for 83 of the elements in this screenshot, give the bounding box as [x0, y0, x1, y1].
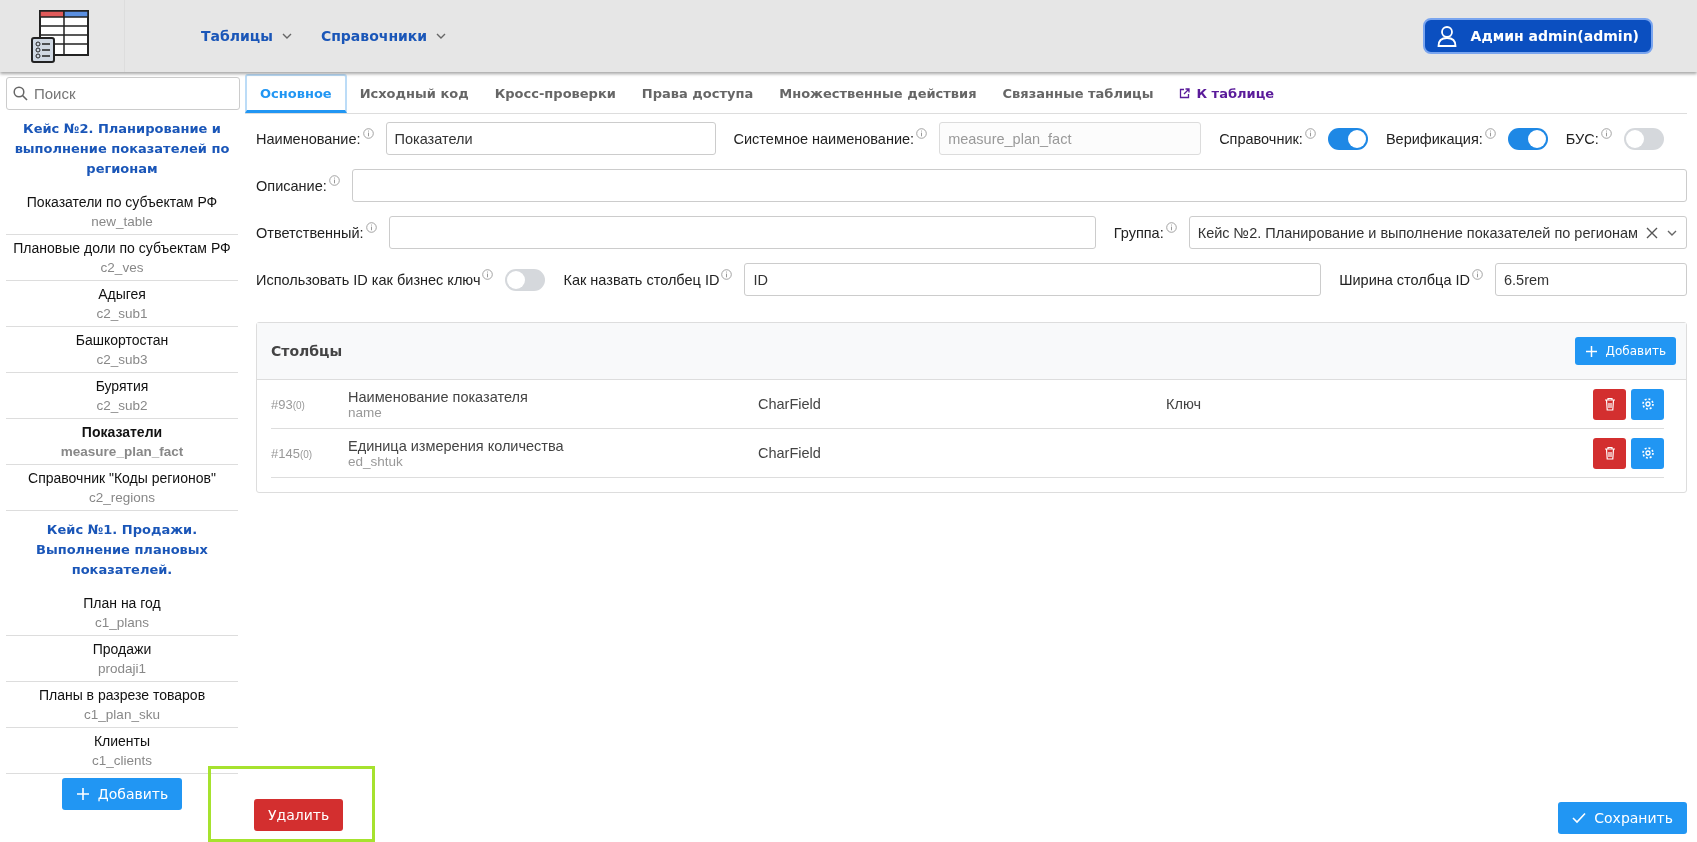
table-list-item[interactable]: Бурятия c2_sub2 [6, 373, 238, 419]
group-heading: Кейс №1. Продажи. Выполнение плановых показателей. [35, 521, 209, 579]
column-title: Наименование показателя [348, 388, 529, 405]
info-icon [362, 127, 374, 139]
info-icon [721, 268, 733, 280]
field-label: Справочник: [1219, 130, 1316, 147]
field-label: БУС: [1565, 130, 1612, 147]
group-select[interactable]: Кейс №2. Планирование и выполнение показателей по регионам [1188, 216, 1687, 249]
table-list-item[interactable]: Показатели measure_plan_fact [6, 419, 238, 465]
info-icon [328, 174, 340, 186]
info-icon [916, 127, 928, 139]
field-label: Ширина столбца ID [1339, 271, 1483, 288]
trash-icon [1603, 397, 1616, 411]
settings-icon [1640, 446, 1655, 460]
column-type: CharField [758, 396, 822, 412]
panel-title: Столбцы [271, 343, 343, 359]
column-type: CharField [758, 445, 822, 461]
field-label: Как назвать столбец ID [563, 271, 733, 288]
table-list-item[interactable]: Продажи prodaji1 [6, 636, 238, 682]
nav-menu[interactable]: Таблицы [201, 28, 293, 44]
check-icon [1572, 812, 1587, 824]
table-list-item[interactable]: Адыгея c2_sub1 [6, 281, 238, 327]
table-list-item[interactable]: Справочник "Коды регионов" c2_regions [6, 465, 238, 511]
close-icon [1646, 226, 1658, 239]
field-label: Наименование: [256, 130, 374, 147]
input-field[interactable]: 6.5rem [1495, 263, 1687, 296]
delete-button[interactable]: Удалить [254, 799, 344, 831]
table-list-item[interactable]: Клиенты c1_clients [6, 728, 238, 774]
field-label: Системное наименование: [733, 130, 928, 147]
external-link-icon [1179, 88, 1191, 99]
user-button[interactable]: Админ admin(admin) [1422, 18, 1653, 54]
input-field[interactable]: Показатели [385, 122, 716, 155]
column-id: #93(0) [271, 396, 306, 412]
search-field[interactable]: Поиск [6, 77, 240, 110]
table-list-item[interactable]: Башкортостан c2_sub3 [6, 327, 238, 373]
info-icon [1600, 127, 1612, 139]
field-label: Ответственный: [256, 224, 377, 241]
delete-button[interactable] [1593, 437, 1626, 469]
tab[interactable]: Множественные действия [766, 74, 990, 113]
info-icon [1304, 127, 1316, 139]
table-list-item[interactable]: Планы в разрезе товаров c1_plan_sku [6, 682, 238, 728]
tab[interactable]: Кросс-проверки [481, 74, 629, 113]
table-list-item[interactable]: План на год c1_plans [6, 590, 238, 636]
plus-icon [75, 787, 90, 801]
field-label: Верификация: [1385, 130, 1496, 147]
input-field[interactable] [388, 216, 1096, 249]
column-title: Единица измерения количества [348, 437, 565, 454]
settings-button[interactable] [1631, 388, 1664, 420]
caret-icon [280, 31, 293, 41]
delete-button[interactable] [1593, 388, 1626, 420]
search-icon [13, 86, 28, 101]
plus-icon [1584, 344, 1598, 358]
input-field[interactable] [351, 169, 1687, 202]
trash-icon [1603, 446, 1616, 460]
settings-button[interactable] [1631, 437, 1664, 469]
toggle-switch[interactable] [1623, 127, 1664, 150]
toggle-switch[interactable] [505, 268, 546, 291]
info-icon [1165, 221, 1177, 233]
caret-icon [435, 31, 448, 41]
tab[interactable]: Права доступа [628, 74, 767, 113]
table-list-item[interactable]: Показатели по субъектам РФ new_table [6, 189, 238, 235]
column-note: Ключ [1166, 396, 1203, 412]
column-id: #145(0) [271, 445, 314, 461]
group-heading: Кейс №2. Планирование и выполнение показателей по регионам [13, 120, 231, 178]
field-label: Группа: [1113, 224, 1177, 241]
info-icon [365, 221, 377, 233]
tab[interactable]: Связанные таблицы [989, 74, 1167, 113]
settings-icon [1640, 397, 1655, 411]
info-icon [1484, 127, 1496, 139]
table-list-item[interactable]: Плановые доли по субъектам РФ c2_ves [6, 235, 238, 281]
toggle-switch[interactable] [1507, 127, 1548, 150]
table-link[interactable]: К таблице [1166, 74, 1288, 113]
column-name: name [348, 404, 383, 420]
nav-menu[interactable]: Справочники [320, 28, 448, 44]
field-label: Описание: [256, 177, 340, 194]
tab[interactable]: Исходный код [346, 74, 482, 113]
input-field[interactable]: ID [744, 263, 1322, 296]
user-icon [1436, 25, 1457, 47]
column-name: ed_shtuk [348, 453, 403, 469]
info-icon [482, 268, 494, 280]
info-icon [1472, 268, 1483, 280]
field-label: Использовать ID как бизнес ключ [256, 271, 494, 288]
toggle-switch[interactable] [1327, 127, 1368, 150]
